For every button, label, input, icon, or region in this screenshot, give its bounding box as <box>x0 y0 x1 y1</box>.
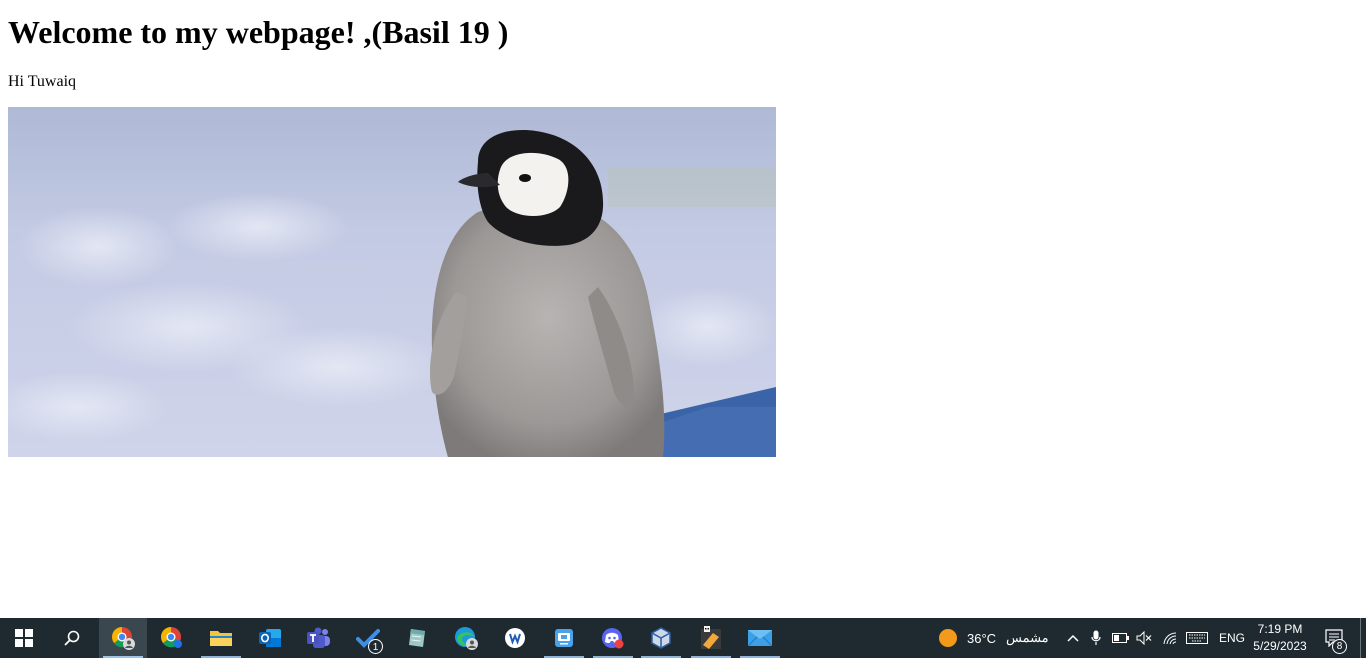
volume-muted-icon[interactable] <box>1135 618 1153 658</box>
remote-desktop-icon[interactable] <box>540 618 588 658</box>
page-paragraph: Hi Tuwaiq <box>8 73 77 90</box>
battery-icon[interactable] <box>1111 618 1131 658</box>
sun-icon[interactable] <box>936 618 960 658</box>
outlook-icon[interactable] <box>246 618 294 658</box>
taskbar: 1 36°C مشمس ENG 7:19 PM 5/29/2023 8 <box>0 618 1366 658</box>
teams-icon[interactable] <box>295 618 343 658</box>
chrome-icon[interactable] <box>148 618 196 658</box>
notification-count-badge: 8 <box>1332 639 1347 654</box>
penguin-image <box>8 107 776 457</box>
weather-condition[interactable]: مشمس <box>1006 618 1049 658</box>
file-explorer-icon[interactable] <box>197 618 245 658</box>
clock[interactable]: 7:19 PM 5/29/2023 <box>1246 621 1314 655</box>
mail-icon[interactable] <box>736 618 784 658</box>
app-w-icon[interactable] <box>491 618 539 658</box>
virtualbox-icon[interactable] <box>637 618 685 658</box>
edge-profile-icon[interactable] <box>442 618 490 658</box>
chrome-profile-icon[interactable] <box>99 618 147 658</box>
notes-icon[interactable] <box>393 618 441 658</box>
todo-badge: 1 <box>368 639 383 654</box>
discord-icon[interactable] <box>589 618 637 658</box>
search-icon[interactable] <box>48 618 96 658</box>
weather-temperature[interactable]: 36°C <box>967 618 996 658</box>
game-app-icon[interactable] <box>687 618 735 658</box>
microphone-icon[interactable] <box>1088 618 1104 658</box>
show-desktop-divider[interactable] <box>1360 618 1361 658</box>
browser-page: Welcome to my webpage! ,(Basil 19 ) Hi T… <box>0 0 1366 618</box>
todo-icon[interactable]: 1 <box>344 618 392 658</box>
chevron-up-icon[interactable] <box>1063 618 1083 658</box>
clock-time: 7:19 PM <box>1257 622 1303 636</box>
windows-start-icon[interactable] <box>0 618 48 658</box>
clock-date: 5/29/2023 <box>1253 639 1307 653</box>
language-indicator[interactable]: ENG <box>1219 618 1245 658</box>
keyboard-icon[interactable] <box>1184 618 1210 658</box>
page-heading: Welcome to my webpage! ,(Basil 19 ) <box>8 14 509 50</box>
wifi-icon[interactable] <box>1160 618 1180 658</box>
